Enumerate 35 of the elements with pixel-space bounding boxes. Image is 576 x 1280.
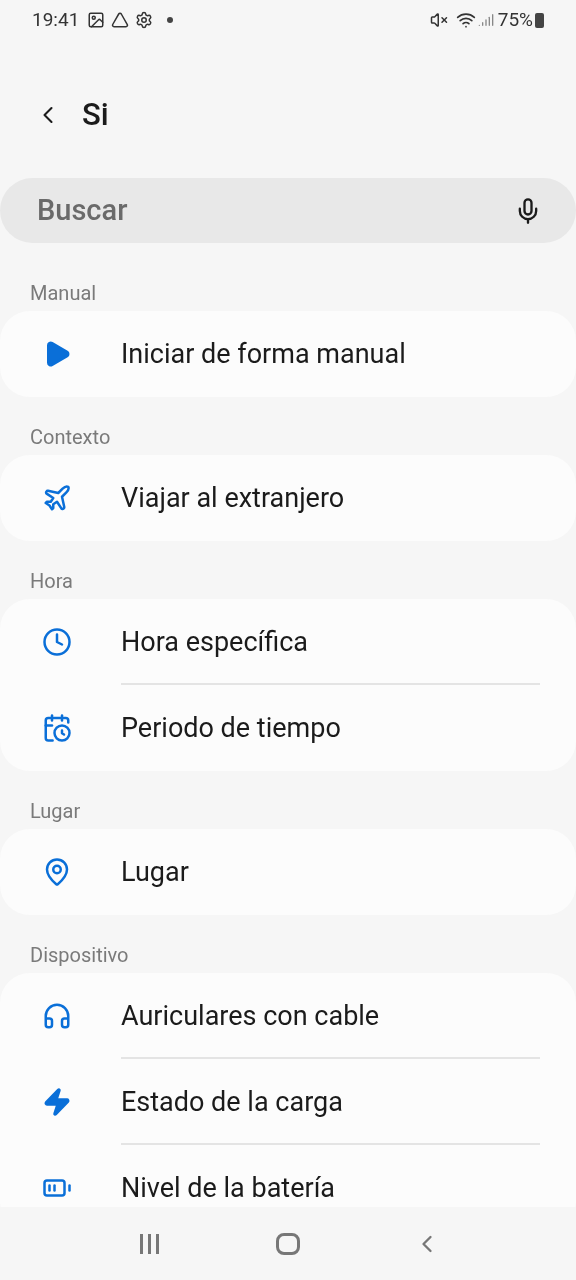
item-label: Auriculares con cable — [121, 998, 380, 1034]
list-item[interactable]: Nivel de la batería — [0, 1145, 576, 1207]
calendar-icon — [41, 713, 72, 743]
item-label: Lugar — [121, 854, 189, 890]
status-time: 19:41 — [32, 6, 80, 33]
item-label: Periodo de tiempo — [121, 710, 341, 746]
list-item[interactable]: Estado de la carga — [0, 1059, 576, 1145]
section-header: Dispositivo — [29, 943, 130, 967]
search-field[interactable]: Buscar — [0, 178, 576, 243]
search-input[interactable]: Buscar — [37, 188, 514, 233]
settings-icon — [135, 11, 154, 29]
page-title: Si — [82, 94, 109, 135]
section-header: Contexto — [29, 425, 112, 449]
item-label: Iniciar de forma manual — [121, 336, 406, 372]
list-item[interactable]: Hora específica — [0, 599, 576, 685]
clock-icon — [41, 627, 72, 657]
list-item[interactable]: Auriculares con cable — [0, 973, 576, 1059]
battery-percent: 75% — [497, 6, 533, 33]
section-header: Lugar — [29, 799, 82, 823]
section-header: Hora — [29, 569, 74, 593]
list-item[interactable]: Iniciar de forma manual — [0, 311, 576, 397]
wifi-icon — [455, 10, 476, 30]
item-label: Hora específica — [121, 624, 308, 660]
mute-icon — [429, 11, 448, 29]
battery-status-icon — [535, 12, 544, 28]
list-item[interactable]: Periodo de tiempo — [0, 685, 576, 771]
item-label: Viajar al extranjero — [121, 480, 345, 516]
section-header: Manual — [29, 281, 98, 305]
item-label: Estado de la carga — [121, 1084, 343, 1120]
list-item[interactable]: Lugar — [0, 829, 576, 915]
image-icon — [87, 11, 106, 29]
item-label: Nivel de la batería — [121, 1170, 336, 1206]
signal-icon — [477, 12, 494, 28]
triangle-icon — [111, 11, 130, 29]
list-item[interactable]: Viajar al extranjero — [0, 455, 576, 541]
